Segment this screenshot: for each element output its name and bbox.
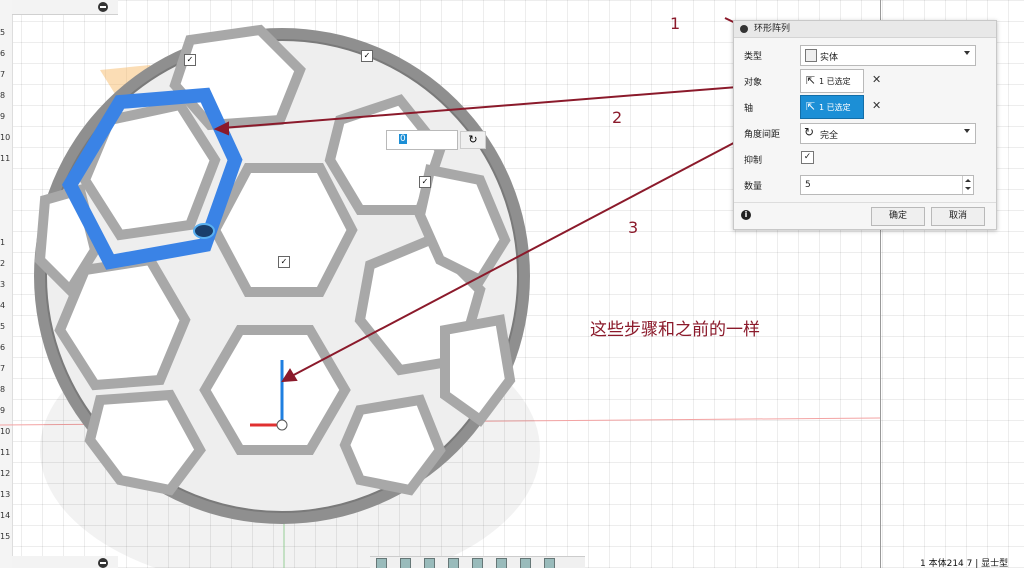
- axis-value: 1 已选定: [819, 103, 851, 112]
- fit-icon[interactable]: [472, 558, 483, 568]
- annotation-number: 2: [612, 108, 623, 127]
- chevron-down-icon: [964, 129, 970, 133]
- row-suppress: 抑制 ✓: [744, 147, 992, 171]
- display-icon[interactable]: [496, 558, 507, 568]
- count-label: 数量: [744, 182, 763, 192]
- dialog-title-bar[interactable]: 环形阵列: [734, 21, 996, 38]
- suppress-label: 抑制: [744, 156, 763, 166]
- axis-select-button[interactable]: ⇱ 1 已选定: [800, 95, 864, 119]
- orbit-icon[interactable]: [376, 558, 387, 568]
- angle-spacing-value: 完全: [820, 131, 839, 141]
- type-value: 实体: [820, 53, 839, 63]
- viewports-icon[interactable]: [544, 558, 555, 568]
- row-type: 类型 实体: [744, 43, 992, 67]
- navigation-toolbar: [370, 556, 585, 568]
- ok-button[interactable]: 确定: [871, 207, 925, 226]
- circular-pattern-dialog: 环形阵列 类型 实体 对象 ⇱ 1 已选定 ✕ 轴 ⇱ 1 已选定 ✕ 角度间距…: [733, 20, 997, 230]
- axis-label: 轴: [744, 104, 754, 114]
- count-stepper[interactable]: [962, 176, 973, 194]
- angle-spacing-label: 角度间距: [744, 130, 781, 140]
- object-value: 1 已选定: [819, 77, 851, 86]
- annotation-note: 这些步骤和之前的一样: [590, 320, 760, 340]
- rotate-icon: ↻: [804, 125, 815, 139]
- look-at-icon[interactable]: [400, 558, 411, 568]
- row-object: 对象 ⇱ 1 已选定 ✕: [744, 69, 992, 93]
- rotate-icon[interactable]: ↻: [460, 131, 486, 149]
- zoom-icon[interactable]: [448, 558, 459, 568]
- info-icon[interactable]: i: [741, 210, 751, 220]
- annotation-number: 1: [670, 14, 681, 33]
- chevron-down-icon: [964, 51, 970, 55]
- body-icon: [805, 49, 817, 62]
- angle-input-value: 0: [399, 134, 407, 144]
- face-checkbox[interactable]: ✓: [361, 50, 373, 62]
- grid-icon[interactable]: [520, 558, 531, 568]
- clear-object-icon[interactable]: ✕: [872, 73, 881, 86]
- suppress-checkbox[interactable]: ✓: [801, 151, 814, 164]
- face-checkbox[interactable]: ✓: [184, 54, 196, 66]
- object-select-button[interactable]: ⇱ 1 已选定: [800, 69, 864, 93]
- angle-input[interactable]: 0: [386, 130, 458, 150]
- count-input[interactable]: 5: [800, 175, 974, 195]
- clear-axis-icon[interactable]: ✕: [872, 99, 881, 112]
- annotation-number: 3: [628, 218, 639, 237]
- count-value: 5: [805, 180, 811, 190]
- cancel-button[interactable]: 取消: [931, 207, 985, 226]
- face-checkbox[interactable]: ✓: [278, 256, 290, 268]
- cursor-icon: ⇱: [806, 100, 816, 113]
- cursor-icon: ⇱: [806, 74, 816, 87]
- type-label: 类型: [744, 52, 763, 62]
- status-text: 1 本体214 7 | 显士型: [920, 559, 1009, 568]
- row-angle: 角度间距 ↻ 完全: [744, 121, 992, 145]
- dialog-title: 环形阵列: [754, 24, 791, 34]
- angle-spacing-select[interactable]: ↻ 完全: [800, 123, 976, 144]
- dialog-footer: i 确定 取消: [734, 202, 996, 229]
- type-select[interactable]: 实体: [800, 45, 976, 66]
- face-checkbox[interactable]: ✓: [419, 176, 431, 188]
- pan-icon[interactable]: [424, 558, 435, 568]
- collapse-icon[interactable]: [740, 25, 748, 33]
- object-label: 对象: [744, 78, 763, 88]
- row-count: 数量 5: [744, 173, 992, 197]
- canvas-viewport[interactable]: 5 6 7 8 9 10 11 1 2 3 4 5 6 7 8 9 10 11 …: [0, 0, 1024, 568]
- row-axis: 轴 ⇱ 1 已选定 ✕: [744, 95, 992, 119]
